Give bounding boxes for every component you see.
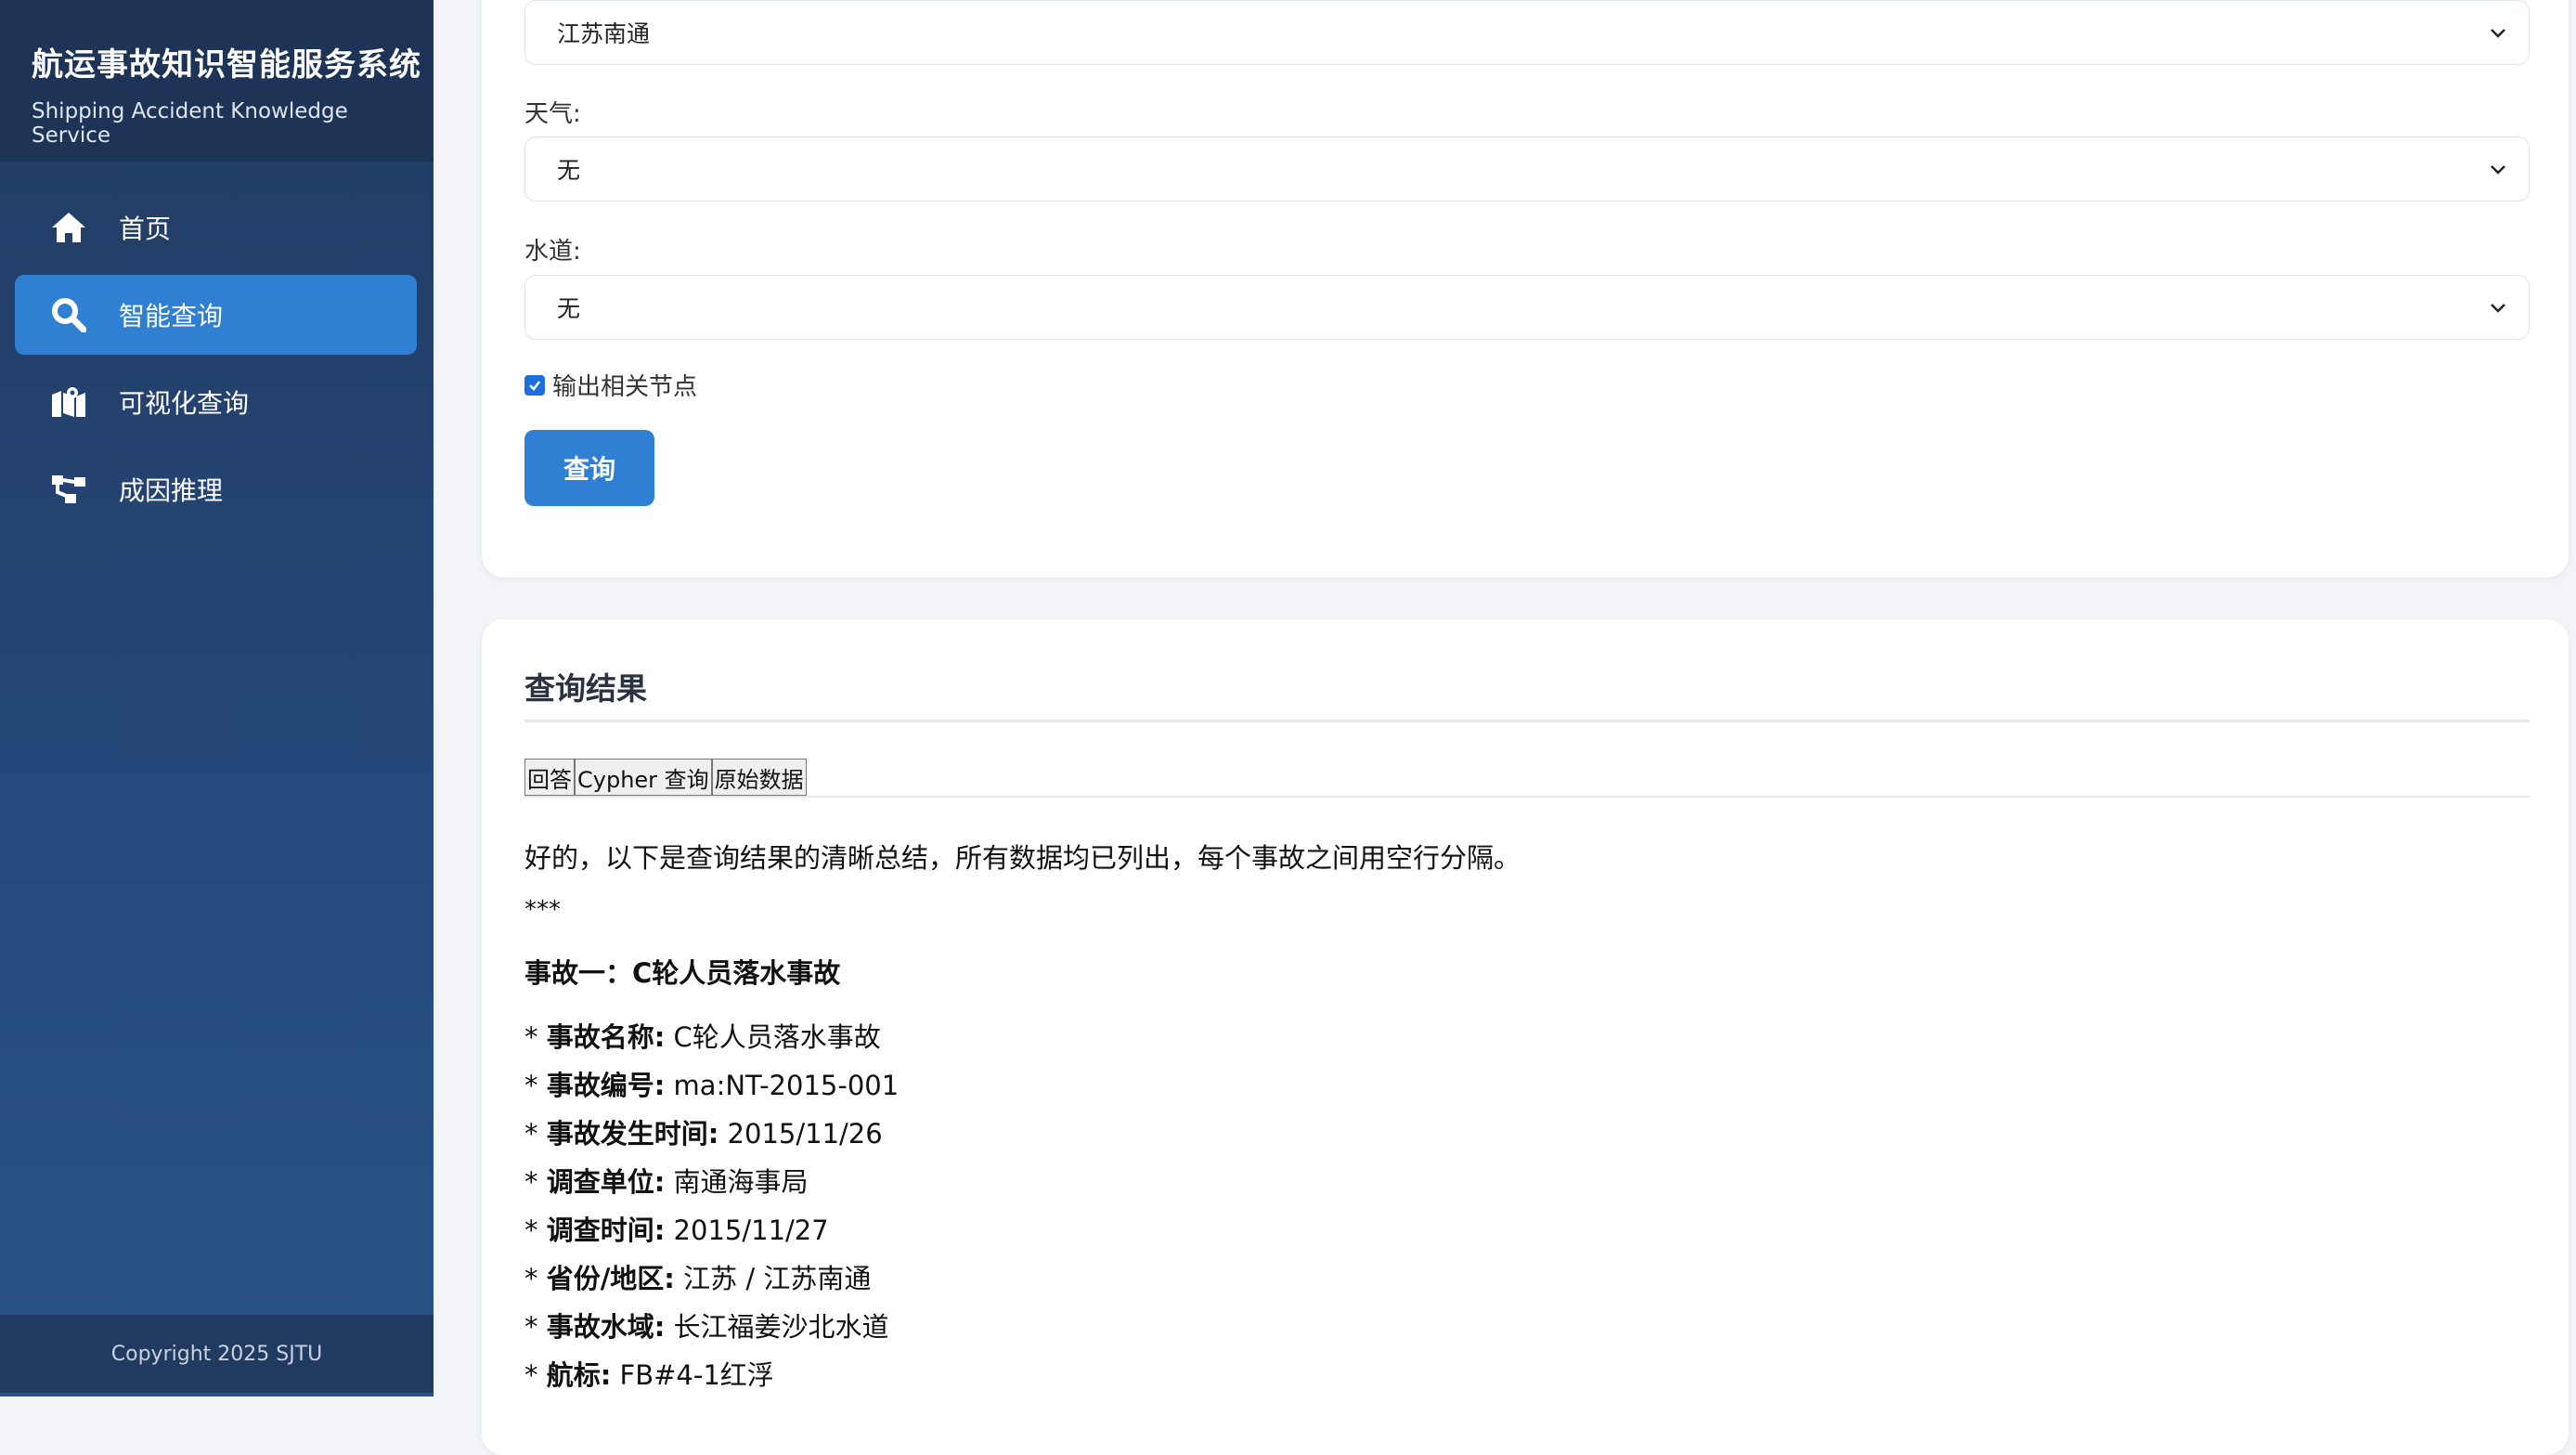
tab-raw-data[interactable]: 原始数据 (711, 759, 807, 796)
tabs-underline (524, 796, 2530, 798)
result-title: 查询结果 (524, 670, 647, 707)
list-item: * 事故发生时间: 2015/11/26 (524, 1118, 883, 1150)
weather-select[interactable]: 无 (524, 136, 2530, 201)
waterway-select-value: 无 (557, 295, 581, 322)
chevron-down-icon (2491, 29, 2505, 38)
app-title: 航运事故知识智能服务系统 (32, 46, 421, 84)
answer-intro: 好的，以下是查询结果的清晰总结，所有数据均已列出，每个事故之间用空行分隔。 (524, 842, 1521, 874)
waterway-select[interactable]: 无 (524, 275, 2530, 340)
tab-answer[interactable]: 回答 (524, 759, 575, 796)
output-nodes-checkbox[interactable] (524, 374, 545, 396)
map-icon (50, 383, 87, 421)
list-item: * 事故名称: C轮人员落水事故 (524, 1021, 881, 1053)
field-key: 事故发生时间: (546, 1118, 719, 1150)
field-key: 事故编号: (546, 1070, 666, 1101)
list-item: * 调查时间: 2015/11/27 (524, 1215, 829, 1246)
search-icon (50, 296, 87, 333)
field-key: 调查单位: (546, 1166, 666, 1198)
field-value: 2015/11/26 (727, 1118, 883, 1150)
result-tabs: 回答 Cypher 查询 原始数据 (524, 759, 807, 796)
answer-content: 好的，以下是查询结果的清晰总结，所有数据均已列出，每个事故之间用空行分隔。 **… (524, 837, 2520, 1399)
check-icon (529, 380, 540, 391)
field-value: 长江福姜沙北水道 (673, 1311, 889, 1343)
field-key: 调查时间: (546, 1215, 666, 1246)
app-subtitle: Shipping Accident Knowledge Service (32, 99, 348, 148)
sidebar: 航运事故知识智能服务系统 Shipping Accident Knowledge… (0, 0, 434, 1397)
weather-select-value: 无 (557, 157, 581, 184)
list-item: * 调查单位: 南通海事局 (524, 1166, 809, 1198)
region-select-value: 江苏南通 (557, 20, 651, 47)
sidebar-nav: 首页 智能查询 可视化查询 成因推理 (0, 188, 434, 529)
sitemap-icon (50, 471, 87, 508)
field-key: 事故水域: (546, 1311, 666, 1343)
field-key: 航标: (546, 1359, 612, 1391)
chevron-down-icon (2491, 304, 2505, 313)
main-content: 江苏南通 天气: 无 水道: 无 输出相关节点 查询 查询结果 回答 Cyphe… (434, 0, 2576, 1455)
field-key: 省份/地区: (546, 1263, 675, 1294)
answer-separator: *** (524, 896, 561, 924)
sidebar-item-smart-query[interactable]: 智能查询 (15, 275, 417, 355)
field-value: FB#4-1红浮 (619, 1359, 774, 1391)
output-nodes-option[interactable]: 输出相关节点 (524, 368, 697, 402)
sidebar-item-visual-query[interactable]: 可视化查询 (15, 362, 417, 442)
result-divider (524, 720, 2530, 722)
home-icon (50, 209, 87, 246)
list-item: * 省份/地区: 江苏 / 江苏南通 (524, 1263, 872, 1294)
sidebar-item-cause-reasoning[interactable]: 成因推理 (15, 449, 417, 529)
field-value: 南通海事局 (673, 1166, 809, 1198)
field-value: ma:NT-2015-001 (673, 1070, 900, 1101)
field-key: 事故名称: (546, 1021, 666, 1053)
field-value: C轮人员落水事故 (673, 1021, 881, 1053)
accident-heading: 事故一：C轮人员落水事故 (524, 957, 841, 989)
field-value: 2015/11/27 (673, 1215, 829, 1246)
brand-header: 航运事故知识智能服务系统 Shipping Accident Knowledge… (0, 0, 434, 162)
weather-label: 天气: (524, 100, 581, 128)
query-result-card: 查询结果 回答 Cypher 查询 原始数据 好的，以下是查询结果的清晰总结，所… (482, 619, 2569, 1455)
field-value: 江苏 / 江苏南通 (683, 1263, 872, 1294)
tab-cypher-query[interactable]: Cypher 查询 (575, 759, 712, 796)
region-select[interactable]: 江苏南通 (524, 0, 2530, 65)
list-item: * 航标: FB#4-1红浮 (524, 1359, 774, 1391)
chevron-down-icon (2491, 165, 2505, 175)
sidebar-item-label: 首页 (119, 214, 172, 244)
sidebar-item-home[interactable]: 首页 (15, 188, 417, 267)
sidebar-item-label: 可视化查询 (119, 388, 250, 419)
query-button[interactable]: 查询 (524, 430, 654, 506)
query-form-card: 江苏南通 天气: 无 水道: 无 输出相关节点 查询 (482, 0, 2569, 578)
sidebar-item-label: 智能查询 (119, 301, 224, 331)
sidebar-footer: Copyright 2025 SJTU (0, 1315, 434, 1393)
list-item: * 事故水域: 长江福姜沙北水道 (524, 1311, 889, 1343)
list-item: * 事故编号: ma:NT-2015-001 (524, 1070, 900, 1101)
waterway-label: 水道: (524, 238, 581, 266)
sidebar-item-label: 成因推理 (119, 475, 224, 506)
output-nodes-label: 输出相关节点 (552, 373, 698, 401)
